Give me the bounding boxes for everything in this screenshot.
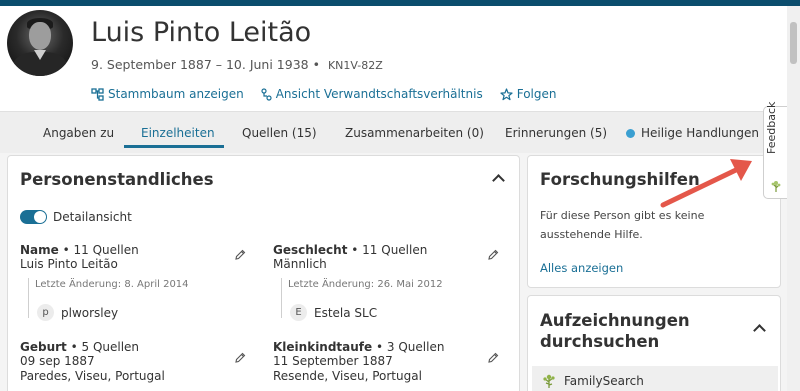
- tree-icon: [91, 87, 104, 101]
- feedback-tree-icon: [771, 181, 781, 192]
- christening-fact-label: Kleinkindtaufe • 3 Quellen: [273, 340, 445, 354]
- feedback-tab[interactable]: Feedback: [763, 102, 787, 199]
- birth-place: Paredes, Viseu, Portugal: [20, 369, 165, 383]
- tab-about[interactable]: Angaben zu: [43, 126, 114, 140]
- relationship-icon: [261, 87, 272, 101]
- detail-view-toggle[interactable]: [20, 210, 47, 224]
- person-name: Luis Pinto Leitão: [91, 17, 312, 48]
- tab-ordinances[interactable]: Heilige Handlungen: [626, 126, 759, 140]
- gender-fact-label: Geschlecht • 11 Quellen: [273, 243, 428, 257]
- birth-date: 09 sep 1887: [20, 354, 95, 368]
- tab-memories[interactable]: Erinnerungen (5): [505, 126, 607, 140]
- research-help-text: Für diese Person gibt es keine ausstehen…: [540, 209, 705, 241]
- search-records-card: Aufzeichnungen durchsuchen FamilySearch: [527, 295, 781, 391]
- contributor-avatar: E: [290, 304, 307, 321]
- person-actions: Stammbaum anzeigen Ansicht Verwandtschaf…: [91, 87, 573, 101]
- feedback-label: Feedback: [765, 101, 778, 154]
- familysearch-label: FamilySearch: [564, 374, 644, 388]
- research-help-title: Forschungshilfen: [540, 170, 700, 189]
- name-fact-label: Name • 11 Quellen: [20, 243, 139, 257]
- view-tree-button[interactable]: Stammbaum anzeigen: [91, 87, 244, 101]
- name-fact-value: Luis Pinto Leitão: [20, 257, 118, 271]
- tab-bar: Angaben zu Einzelheiten Quellen (15) Zus…: [0, 111, 787, 153]
- christening-date: 11 September 1887: [273, 354, 393, 368]
- vital-information-title: Personenstandliches: [20, 170, 214, 189]
- view-relationship-label: Ansicht Verwandtschaftsverhältnis: [275, 87, 483, 101]
- research-help-card: Forschungshilfen Für diese Person gibt e…: [527, 155, 781, 288]
- name-last-change: Letzte Änderung: 8. April 2014: [35, 279, 189, 290]
- follow-button[interactable]: Folgen: [500, 87, 557, 101]
- tab-collaborate[interactable]: Zusammenarbeiten (0): [345, 126, 484, 140]
- collapse-chevron-up-icon[interactable]: [753, 324, 766, 337]
- edit-gender-pencil-icon[interactable]: [487, 249, 499, 261]
- tab-ordinances-label: Heilige Handlungen: [641, 126, 759, 140]
- christening-place: Resende, Viseu, Portugal: [273, 369, 422, 383]
- active-tab-indicator: [124, 145, 224, 148]
- view-tree-label: Stammbaum anzeigen: [108, 87, 244, 101]
- status-dot-icon: [626, 129, 635, 138]
- gender-last-change: Letzte Änderung: 26. Mai 2012: [288, 279, 443, 290]
- person-dates: 9. September 1887 – 10. Juni 1938 • KN1V…: [91, 57, 383, 72]
- contributor-name: plworsley: [61, 305, 119, 320]
- edit-name-pencil-icon[interactable]: [234, 249, 246, 261]
- gender-contributor[interactable]: E Estela SLC: [290, 304, 377, 321]
- scrollbar-thumb[interactable]: [790, 22, 797, 64]
- edit-christening-pencil-icon[interactable]: [487, 352, 499, 364]
- familysearch-source-row[interactable]: FamilySearch: [532, 366, 778, 391]
- view-relationship-button[interactable]: Ansicht Verwandtschaftsverhältnis: [261, 87, 483, 101]
- page-scrollbar[interactable]: [787, 6, 800, 391]
- name-contributor[interactable]: p plworsley: [37, 304, 118, 321]
- person-header: Luis Pinto Leitão 9. September 1887 – 10…: [0, 6, 787, 111]
- contributor-avatar: p: [37, 304, 54, 321]
- vital-information-card: Personenstandliches Detailansicht Name •…: [7, 155, 520, 391]
- show-all-link[interactable]: Alles anzeigen: [540, 261, 623, 275]
- familysearch-tree-icon: [543, 374, 555, 388]
- detail-view-label: Detailansicht: [53, 210, 132, 224]
- gender-fact-value: Männlich: [273, 257, 327, 271]
- star-icon: [500, 87, 513, 100]
- avatar[interactable]: [7, 10, 73, 76]
- person-id[interactable]: KN1V-82Z: [328, 59, 383, 72]
- tab-details[interactable]: Einzelheiten: [141, 126, 215, 140]
- edit-birth-pencil-icon[interactable]: [234, 352, 246, 364]
- tab-sources[interactable]: Quellen (15): [242, 126, 317, 140]
- birth-fact-label: Geburt • 5 Quellen: [20, 340, 140, 354]
- follow-label: Folgen: [516, 87, 557, 101]
- collapse-chevron-up-icon[interactable]: [492, 174, 505, 187]
- contributor-name: Estela SLC: [314, 305, 378, 320]
- lifespan: 9. September 1887 – 10. Juni 1938 •: [91, 57, 320, 72]
- search-records-title: Aufzeichnungen durchsuchen: [540, 311, 690, 351]
